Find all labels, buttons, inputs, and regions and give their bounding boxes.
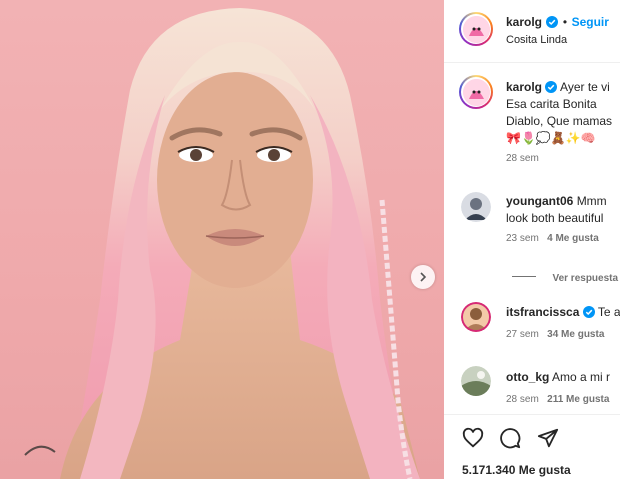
replies-line xyxy=(512,276,536,278)
caption-line: Ayer te vi xyxy=(560,80,610,94)
caption-line: Diablo, Que mamas xyxy=(506,114,613,128)
header-row: karolg • Seguir xyxy=(506,13,609,31)
verified-badge-icon xyxy=(545,81,558,93)
post-image[interactable] xyxy=(0,0,444,479)
comment-body: youngant06 Mmm look both beautiful 23 se… xyxy=(506,194,607,244)
avatar-image xyxy=(461,192,491,222)
avatar-image xyxy=(461,302,491,332)
comment-avatar[interactable] xyxy=(461,302,491,332)
audio-label[interactable]: Cosita Linda xyxy=(506,34,567,46)
post-side-panel: karolg • Seguir Cosita Linda karolg Ayer… xyxy=(444,0,620,479)
comment-timestamp: 27 sem xyxy=(506,329,539,340)
caption-avatar-image xyxy=(462,78,490,106)
view-replies-button[interactable]: Ver respuesta xyxy=(512,268,618,286)
caption-avatar[interactable] xyxy=(459,75,493,109)
header-divider xyxy=(444,62,620,63)
caption-line: Esa carita Bonita xyxy=(506,97,597,111)
author-avatar-image xyxy=(462,15,490,43)
verified-badge-icon xyxy=(582,306,595,318)
comment-body: itsfrancissca Te a 27 sem 34 Me gusta xyxy=(506,305,620,340)
author-avatar[interactable] xyxy=(459,12,493,46)
verified-badge-icon xyxy=(546,16,559,28)
caption-timestamp: 28 sem xyxy=(506,153,539,164)
comment-text: Mmm xyxy=(576,194,607,208)
comment-username[interactable]: itsfrancissca xyxy=(506,305,579,319)
portrait-illustration xyxy=(24,8,420,479)
follow-button[interactable]: Seguir xyxy=(572,15,609,29)
comment-username[interactable]: otto_kg xyxy=(506,370,549,384)
header-dot: • xyxy=(562,15,568,29)
carousel-next-button[interactable] xyxy=(411,265,435,289)
caption-body: karolg Ayer te vi Esa carita Bonita Diab… xyxy=(506,80,612,164)
comment-username[interactable]: youngant06 xyxy=(506,194,573,208)
comment-like-count[interactable]: 211 Me gusta xyxy=(547,394,609,405)
caption-username[interactable]: karolg xyxy=(506,80,542,94)
comment-timestamp: 23 sem xyxy=(506,233,539,244)
caption-emoji-line: 🎀🌷💭🧸✨🧠 xyxy=(506,131,596,145)
comment-icon[interactable] xyxy=(499,427,521,449)
likes-count[interactable]: 5.171.340 Me gusta xyxy=(462,463,571,477)
comment-avatar[interactable] xyxy=(461,192,491,222)
avatar-image xyxy=(461,366,491,396)
send-icon[interactable] xyxy=(537,427,559,449)
author-username[interactable]: karolg xyxy=(506,15,542,29)
view-replies-label: Ver respuesta xyxy=(552,273,619,284)
comment-timestamp: 28 sem xyxy=(506,394,539,405)
comment-text: Te a xyxy=(597,305,620,319)
comment-text: Amo a mi r xyxy=(552,370,611,384)
comment-body: otto_kg Amo a mi r 28 sem 211 Me gusta xyxy=(506,370,610,405)
comment-text: look both beautiful xyxy=(506,211,604,225)
heart-icon[interactable] xyxy=(462,427,484,449)
actions-divider xyxy=(444,414,620,415)
chevron-right-icon xyxy=(420,272,427,282)
comment-like-count[interactable]: 4 Me gusta xyxy=(547,233,599,244)
comment-avatar[interactable] xyxy=(461,366,491,396)
comment-like-count[interactable]: 34 Me gusta xyxy=(547,329,604,340)
